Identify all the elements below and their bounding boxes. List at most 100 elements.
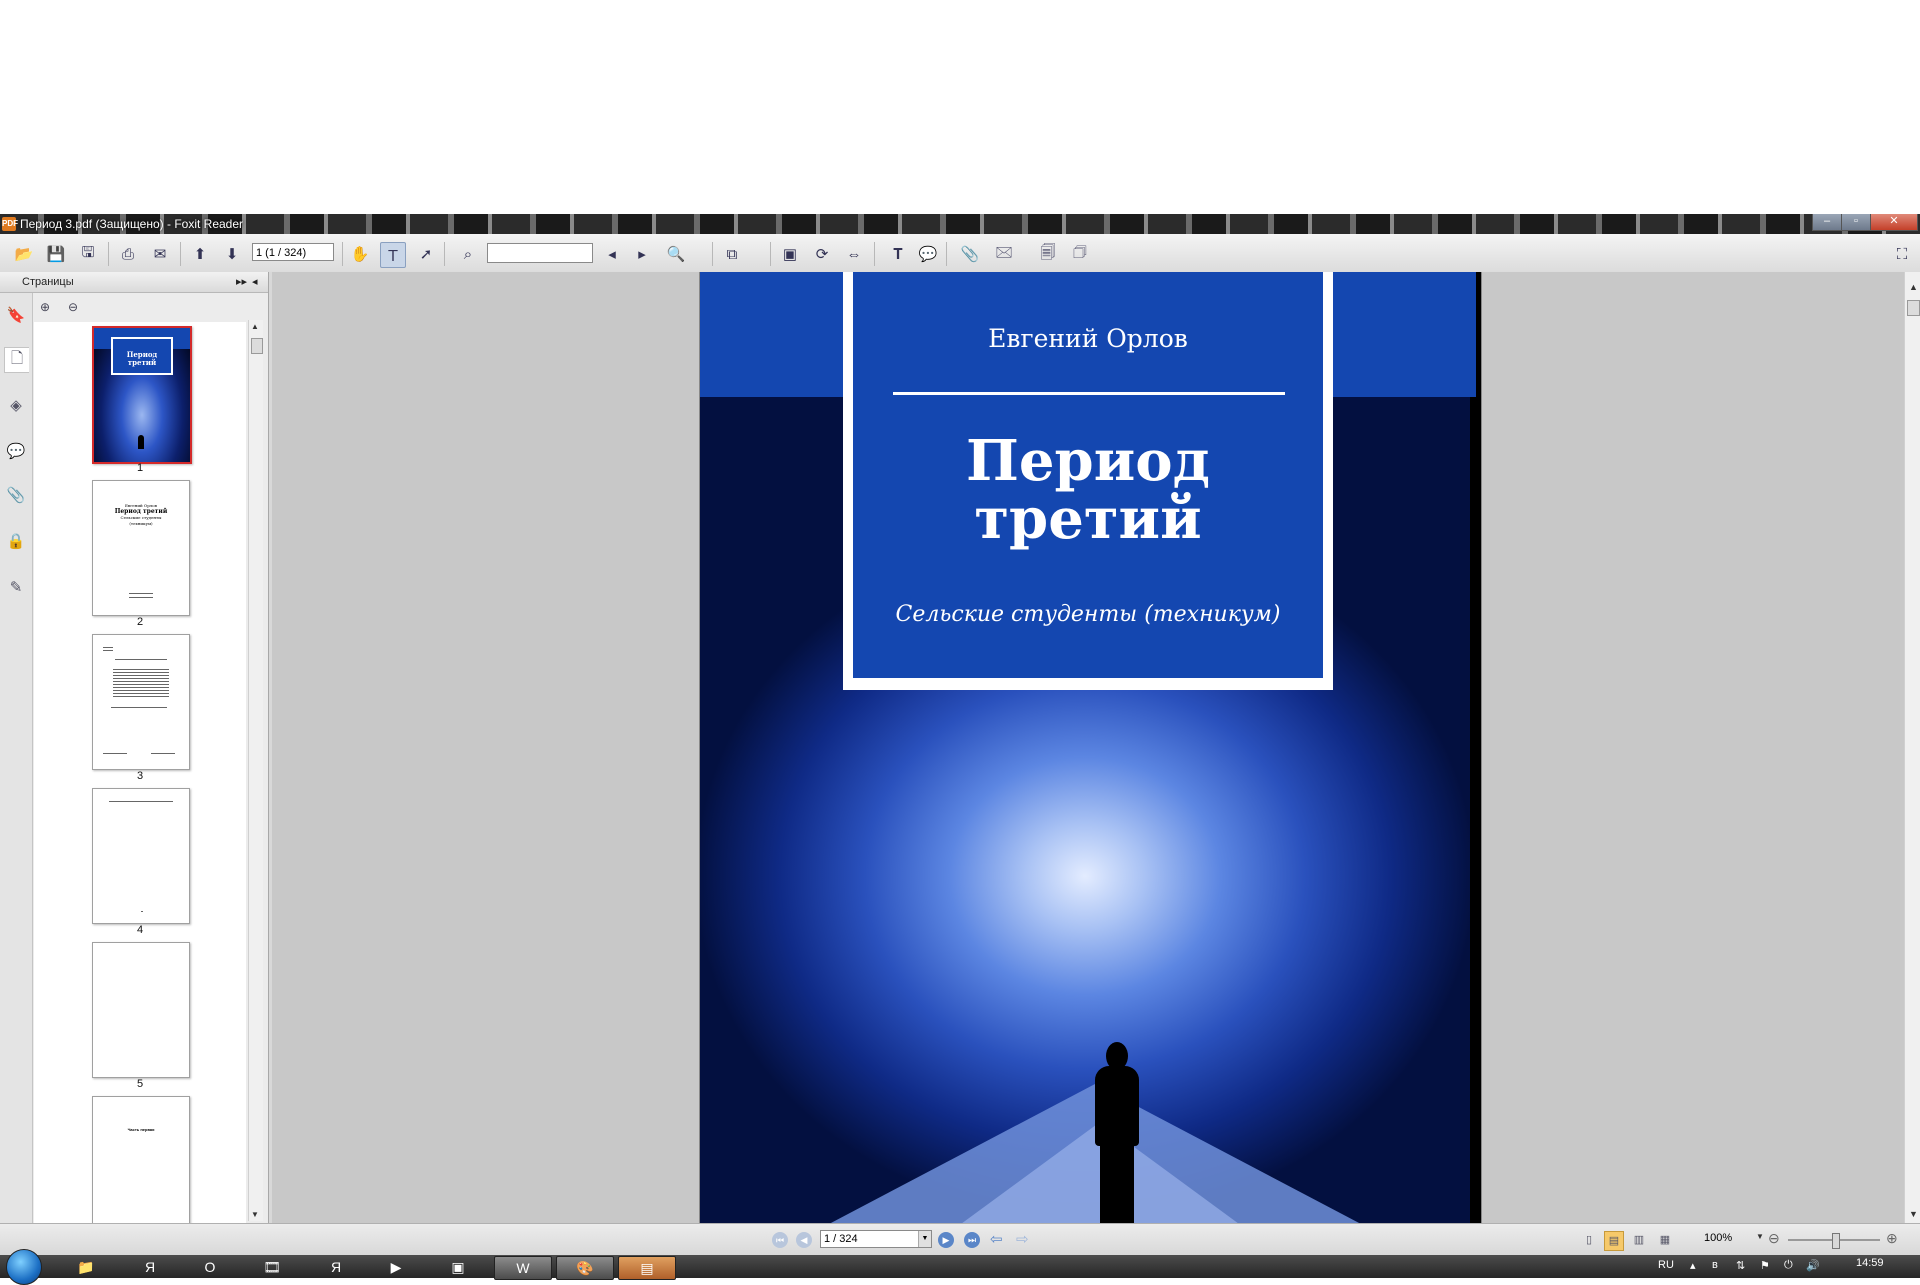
- thumbnail-page-4[interactable]: [92, 788, 190, 924]
- rotate-icon[interactable]: ⟳: [810, 242, 834, 266]
- explorer-icon[interactable]: 📁: [66, 1256, 106, 1278]
- last-page-icon[interactable]: ⏭: [964, 1232, 980, 1248]
- chevron-down-icon[interactable]: ▼: [918, 1231, 931, 1247]
- find-next-icon[interactable]: ▸: [630, 242, 654, 266]
- thumbnail-page-6[interactable]: Часть первая: [92, 1096, 190, 1223]
- fit-width-icon[interactable]: ⇔: [842, 242, 866, 266]
- page-number-field[interactable]: 1 (1 / 324): [252, 243, 334, 261]
- search-options-icon[interactable]: 🔍: [664, 242, 688, 266]
- tray-arrow-icon[interactable]: ▴: [1690, 1259, 1696, 1272]
- save-icon[interactable]: 💾: [44, 242, 68, 266]
- pages-tab-icon[interactable]: 🗋: [4, 347, 29, 373]
- minimize-button[interactable]: –: [1812, 214, 1842, 231]
- thumbnails-scrollbar[interactable]: ▲ ▼: [248, 320, 263, 1221]
- clock[interactable]: 14:59: [1856, 1257, 1884, 1269]
- go-forward-icon[interactable]: ⇨: [1016, 1230, 1029, 1248]
- zoom-in-thumbnails-icon[interactable]: ⊕: [40, 300, 56, 316]
- thumbnail-number: 5: [136, 1078, 144, 1090]
- email-icon[interactable]: ✉: [148, 242, 172, 266]
- scroll-down-icon[interactable]: ▼: [1909, 1209, 1918, 1219]
- volume-icon[interactable]: 🔊: [1806, 1259, 1820, 1272]
- power-icon[interactable]: ⏻: [1784, 1259, 1793, 1272]
- thumbnail-tools: ⊕ ⊖: [40, 298, 96, 316]
- paint-icon[interactable]: 🎨: [556, 1256, 614, 1280]
- save-as-icon[interactable]: 🖫: [76, 242, 100, 266]
- word-icon[interactable]: W: [494, 1256, 552, 1280]
- yandex-browser-icon[interactable]: Я: [130, 1256, 170, 1278]
- prev-page-icon[interactable]: ◀: [796, 1232, 812, 1248]
- opera-icon[interactable]: O: [190, 1256, 230, 1278]
- title-bar: PDF Период 3.pdf (Защищено) - Foxit Read…: [0, 214, 1920, 234]
- attach-icon[interactable]: 📎: [958, 242, 982, 266]
- single-page-view-icon[interactable]: ▯: [1580, 1231, 1598, 1249]
- layers-tab-icon[interactable]: ◈: [4, 393, 28, 417]
- search-input[interactable]: [487, 243, 593, 263]
- print-icon[interactable]: ⎙: [116, 242, 140, 266]
- layers-icon[interactable]: 🗇: [1068, 242, 1092, 266]
- document-view[interactable]: Евгений Орлов Период третий Сельские сту…: [272, 272, 1904, 1223]
- signatures-tab-icon[interactable]: ✎: [4, 575, 28, 599]
- security-tab-icon[interactable]: 🔒: [4, 529, 28, 553]
- language-indicator[interactable]: RU: [1658, 1259, 1674, 1271]
- app-icon[interactable]: ▣: [438, 1256, 478, 1278]
- flag-icon[interactable]: ⚑: [1760, 1259, 1770, 1272]
- hand-tool-icon[interactable]: ✋: [348, 242, 372, 266]
- zoom-in-icon[interactable]: ⊕: [1886, 1230, 1898, 1247]
- next-page-icon[interactable]: ▶: [938, 1232, 954, 1248]
- pages-icon[interactable]: 🗐: [1036, 242, 1060, 266]
- bluetooth-icon[interactable]: ʙ: [1712, 1259, 1718, 1271]
- find-previous-icon[interactable]: ◂: [600, 242, 624, 266]
- fullscreen-icon[interactable]: ⛶: [1890, 242, 1914, 266]
- page-navigation-field[interactable]: 1 / 324 ▼: [820, 1230, 932, 1248]
- collapse-panel-icon[interactable]: ◂: [252, 275, 258, 288]
- document-scrollbar[interactable]: ▲ ▼: [1904, 272, 1920, 1223]
- zoom-out-icon[interactable]: ⊖: [1768, 1230, 1780, 1247]
- open-folder-icon[interactable]: 📂: [12, 242, 36, 266]
- start-button[interactable]: [6, 1249, 42, 1285]
- facing-view-icon[interactable]: ▥: [1630, 1231, 1648, 1249]
- attachments-tab-icon[interactable]: 📎: [4, 483, 28, 507]
- zoom-dropdown-icon[interactable]: ▼: [1756, 1232, 1764, 1241]
- network-icon[interactable]: ⇅: [1736, 1259, 1745, 1272]
- comments-tab-icon[interactable]: 💬: [4, 439, 28, 463]
- zoom-level[interactable]: 100%: [1704, 1232, 1732, 1244]
- note-icon[interactable]: 💬: [916, 242, 940, 266]
- zoom-slider[interactable]: [1788, 1233, 1880, 1249]
- foxit-reader-taskbar-icon[interactable]: ▤: [618, 1256, 676, 1280]
- thumbnail-page-1[interactable]: Период третий: [92, 326, 192, 464]
- thumbnail-page-5[interactable]: [92, 942, 190, 1078]
- thumbnail-page-2[interactable]: Евгений Орлов Период третий Сельские сту…: [92, 480, 190, 616]
- select-arrow-icon[interactable]: ➚: [414, 242, 438, 266]
- zoom-slider-knob[interactable]: [1832, 1233, 1840, 1249]
- book-title: Период третий: [966, 428, 1210, 552]
- find-binoculars-icon[interactable]: ⌕: [456, 242, 480, 266]
- go-back-icon[interactable]: ⇦: [990, 1230, 1003, 1248]
- next-page-icon[interactable]: ⬇: [220, 242, 244, 266]
- scroll-up-icon[interactable]: ▲: [251, 322, 259, 331]
- close-button[interactable]: ✕: [1870, 214, 1918, 231]
- scroll-thumb[interactable]: [1907, 300, 1920, 316]
- yandex-icon[interactable]: Я: [316, 1256, 356, 1278]
- media-player-icon[interactable]: 🎞: [252, 1256, 292, 1278]
- fit-page-icon[interactable]: ▣: [778, 242, 802, 266]
- bookmarks-tab-icon[interactable]: 🔖: [4, 303, 28, 327]
- scroll-down-icon[interactable]: ▼: [251, 1210, 259, 1219]
- select-text-icon[interactable]: Ｔ: [380, 242, 406, 268]
- previous-page-icon[interactable]: ⬆: [188, 242, 212, 266]
- first-page-icon[interactable]: ⏮: [772, 1232, 788, 1248]
- stamp-icon[interactable]: 🖂: [992, 242, 1016, 266]
- maximize-button[interactable]: ▫: [1841, 214, 1871, 231]
- scroll-thumb[interactable]: [251, 338, 263, 354]
- expand-panel-icon[interactable]: ▸▸: [236, 275, 247, 288]
- scroll-up-icon[interactable]: ▲: [1909, 282, 1918, 292]
- zoom-out-thumbnails-icon[interactable]: ⊖: [68, 300, 84, 316]
- continuous-view-icon[interactable]: ▤: [1604, 1231, 1624, 1251]
- video-player-icon[interactable]: ▶: [376, 1256, 416, 1278]
- snapshot-icon[interactable]: ⧉: [720, 242, 744, 266]
- continuous-facing-view-icon[interactable]: ▦: [1656, 1231, 1674, 1249]
- foxit-app-icon[interactable]: PDF: [2, 217, 18, 231]
- typewriter-icon[interactable]: 𝐓: [886, 242, 910, 266]
- thumbnail-page-3[interactable]: [92, 634, 190, 770]
- cover-silhouette: [1090, 1042, 1144, 1223]
- thumbnail-number: 1: [136, 462, 144, 474]
